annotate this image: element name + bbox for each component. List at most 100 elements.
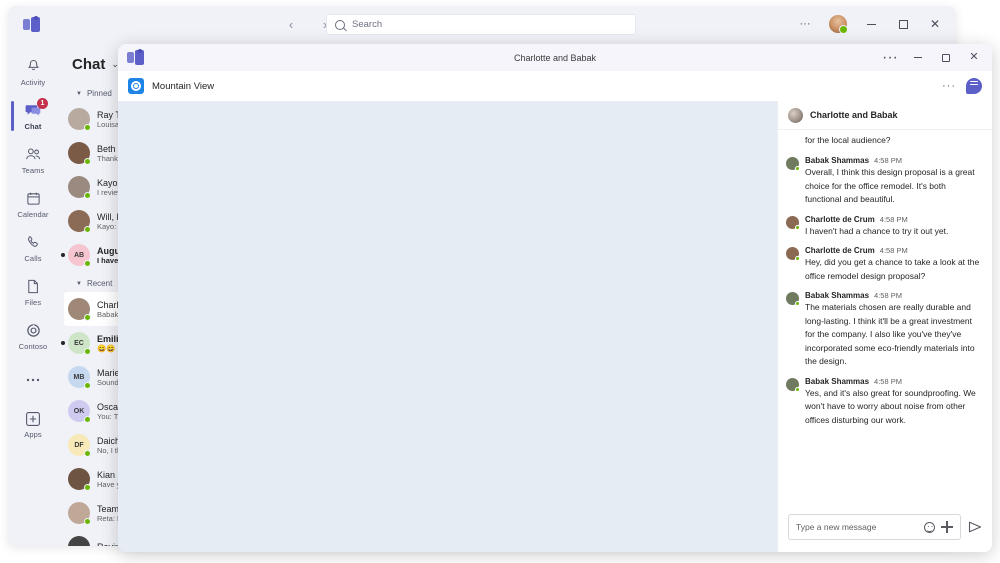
avatar — [786, 247, 800, 261]
chat-panel-title: Charlotte and Babak — [810, 110, 898, 120]
mountain-view-icon — [128, 78, 144, 94]
popout-window-controls: ··· ✕ — [876, 44, 988, 71]
app-stage[interactable] — [118, 101, 777, 552]
app-header: Mountain View ··· — [118, 71, 992, 101]
chat-message-text: Yes, and it's also great for soundproofi… — [805, 387, 976, 425]
rail-item-teams[interactable]: Teams — [8, 138, 58, 182]
bell-icon — [24, 58, 42, 76]
teams-logo-icon — [118, 49, 152, 65]
chat-message-body: for the local audience? — [805, 134, 982, 148]
minimize-button[interactable] — [856, 10, 886, 38]
chat-message-text: The materials chosen are really durable … — [805, 302, 975, 366]
rail-item-apps[interactable]: Apps — [8, 402, 58, 446]
send-icon[interactable] — [968, 520, 982, 534]
chat-list-item-name: Marie — [97, 367, 120, 378]
group-avatar — [788, 107, 803, 123]
rail-item-calendar[interactable]: Calendar — [8, 182, 58, 226]
rail-item-label: Calendar — [17, 209, 49, 219]
presence-indicator — [84, 260, 91, 267]
maximize-button[interactable] — [888, 10, 918, 38]
chat-message-time: 4:58 PM — [879, 214, 908, 224]
avatar — [786, 215, 800, 230]
chat-message-meta: Charlotte de Crum 4:58 PM — [805, 215, 982, 224]
emoji-icon[interactable] — [924, 521, 935, 533]
presence-indicator — [84, 450, 91, 457]
chevron-down-icon: ▼ — [76, 90, 82, 97]
avatar — [786, 292, 800, 306]
popout-minimize-button[interactable] — [904, 45, 932, 70]
rail-item-label: Activity — [20, 77, 46, 87]
popout-chat-window: Charlotte and Babak ··· ✕ Mountain View … — [118, 44, 992, 552]
chat-message[interactable]: Charlotte de Crum 4:58 PM I haven't had a … — [778, 210, 992, 242]
search-input[interactable]: Search — [326, 14, 636, 35]
chat-message-body: Babak Shammas 4:58 PM Overall, I think thi… — [805, 156, 982, 207]
search-icon — [335, 19, 345, 30]
contoso-icon — [24, 322, 42, 340]
app-more-button[interactable]: ··· — [942, 80, 956, 92]
chat-message-text: I haven't had a chance to try it out yet… — [805, 225, 949, 236]
rail-item-label: Teams — [21, 165, 45, 175]
chat-panel: Charlotte and Babak for the local audien… — [777, 101, 992, 552]
message-list[interactable]: for the local audience? Babak Shammas 4:58… — [778, 130, 992, 506]
avatar — [68, 142, 91, 165]
avatar: DF — [68, 434, 91, 457]
avatar — [68, 298, 91, 321]
avatar: EC — [68, 332, 91, 355]
chat-list-item-text: Marie Sound — [97, 368, 120, 387]
avatar: MB — [68, 366, 91, 389]
popout-maximize-button[interactable] — [932, 45, 960, 70]
badge: 1 — [37, 97, 48, 109]
avatar — [68, 210, 91, 233]
chat-message[interactable]: for the local audience? — [778, 134, 992, 151]
chat-message-meta: Babak Shammas 4:58 PM — [805, 291, 982, 300]
rail-item-contoso[interactable]: Contoso — [8, 314, 58, 358]
rail-item-activity[interactable]: Activity — [8, 50, 58, 94]
compose-area: Type a new message — [778, 506, 992, 552]
chat-group-label: Recent — [86, 279, 113, 288]
chat-message[interactable]: Babak Shammas 4:58 PM The materials chosen… — [778, 286, 992, 372]
chat-bubble-icon[interactable] — [966, 78, 982, 94]
chat-message-text: Hey, did you get a chance to take a look… — [805, 257, 980, 281]
presence-indicator — [84, 192, 91, 199]
chat-panel-header: Charlotte and Babak — [778, 101, 992, 130]
avatar[interactable] — [829, 15, 848, 34]
rail-item-more[interactable] — [8, 358, 58, 402]
presence-indicator — [795, 224, 800, 230]
chat-message[interactable]: Babak Shammas 4:58 PM Yes, and it's also g… — [778, 372, 992, 431]
rail-item-files[interactable]: Files — [8, 270, 58, 314]
presence-indicator — [795, 301, 800, 306]
page-title: Chat — [72, 55, 106, 73]
teams-logo-icon — [8, 15, 54, 32]
file-icon — [24, 278, 42, 296]
teams-people-icon — [24, 146, 42, 164]
chat-message[interactable]: Charlotte de Crum 4:58 PM Hey, did you get… — [778, 241, 992, 286]
presence-indicator — [84, 314, 91, 321]
avatar — [786, 157, 800, 171]
chat-message-body: Charlotte de Crum 4:58 PM I haven't had a … — [805, 215, 982, 239]
apps-plus-icon — [24, 410, 42, 428]
chat-message-text: for the local audience? — [805, 135, 891, 145]
chat-message-meta: Babak Shammas 4:58 PM — [805, 156, 982, 165]
rail-item-calls[interactable]: Calls — [8, 226, 58, 270]
presence-indicator — [84, 518, 91, 525]
chat-group-label: Pinned — [86, 89, 112, 98]
presence-indicator — [84, 158, 91, 165]
main-more-button[interactable]: ··· — [790, 10, 820, 38]
presence-indicator — [84, 348, 91, 355]
plus-icon[interactable] — [941, 521, 953, 533]
presence-indicator — [84, 382, 91, 389]
popout-close-button[interactable]: ✕ — [960, 45, 988, 70]
message-input[interactable]: Type a new message — [788, 514, 961, 540]
back-arrow-icon[interactable]: ‹ — [280, 13, 302, 35]
chat-message-meta: Charlotte de Crum 4:58 PM — [805, 246, 982, 255]
chat-message-time: 4:58 PM — [879, 246, 908, 255]
rail-item-label: Files — [24, 297, 42, 307]
rail-item-label: Contoso — [18, 341, 48, 351]
phone-icon — [24, 234, 42, 252]
popout-more-button[interactable]: ··· — [876, 45, 904, 70]
rail-item-chat[interactable]: 1 Chat — [8, 94, 58, 138]
close-button[interactable]: ✕ — [920, 10, 950, 38]
presence-indicator — [84, 226, 91, 233]
chat-message[interactable]: Babak Shammas 4:58 PM Overall, I think thi… — [778, 151, 992, 210]
chat-message-author: Charlotte de Crum — [805, 214, 875, 224]
